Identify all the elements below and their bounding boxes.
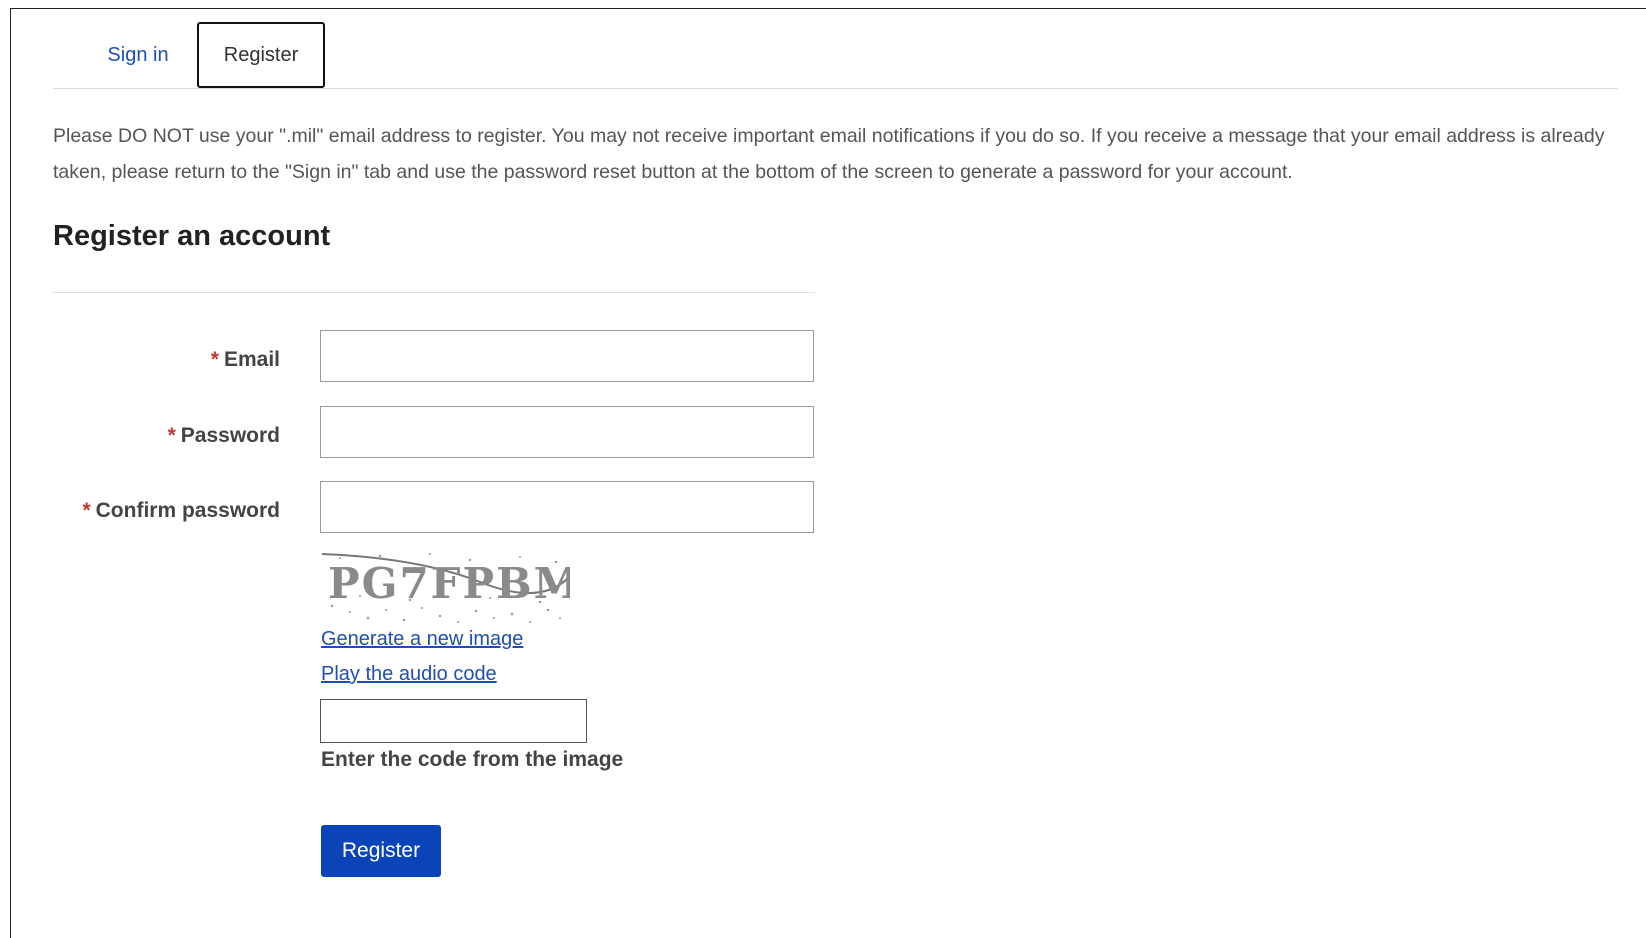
- captcha-input-label: Enter the code from the image: [321, 748, 624, 771]
- generate-new-image-link[interactable]: Generate a new image: [321, 628, 523, 651]
- play-audio-code-link[interactable]: Play the audio code: [321, 663, 497, 686]
- confirm-password-label: * Confirm password: [82, 499, 280, 523]
- required-marker: *: [82, 499, 91, 522]
- email-label-text: Email: [223, 348, 280, 371]
- tab-bar: Sign in Register: [53, 22, 1618, 89]
- password-field[interactable]: [320, 406, 814, 458]
- page-title: Register an account: [53, 220, 331, 252]
- captcha-code: PG7FPBM: [328, 559, 570, 608]
- divider: [53, 292, 815, 293]
- required-marker: *: [210, 348, 219, 371]
- captcha-code-input[interactable]: [320, 699, 587, 743]
- mil-email-notice: Please DO NOT use your ".mil" email addr…: [53, 125, 1605, 183]
- password-label: * Password: [168, 424, 280, 448]
- email-field[interactable]: [320, 330, 814, 382]
- confirm-password-label-text: Confirm password: [95, 499, 280, 522]
- register-button[interactable]: Register: [321, 825, 441, 877]
- required-marker: *: [167, 424, 176, 447]
- confirm-password-field[interactable]: [320, 481, 814, 533]
- tab-register[interactable]: Register: [197, 22, 325, 88]
- captcha-image: PG7FPBM: [320, 548, 570, 628]
- email-label: * Email: [211, 348, 280, 372]
- tab-sign-in[interactable]: Sign in: [83, 22, 193, 88]
- password-label-text: Password: [180, 424, 280, 447]
